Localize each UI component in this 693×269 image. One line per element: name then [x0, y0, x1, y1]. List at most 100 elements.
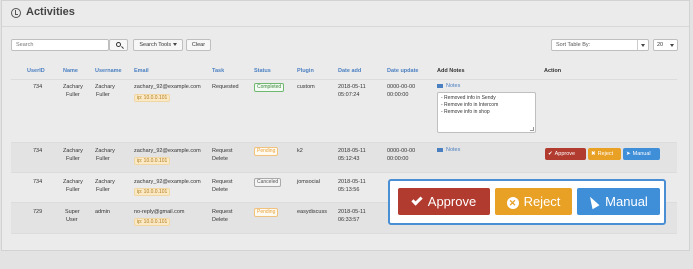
cell-plugin: k2	[297, 148, 303, 154]
check-icon	[411, 193, 423, 206]
note-line: - Remove info in shop	[441, 109, 490, 115]
cell-date-update: 0000-00-00	[387, 84, 416, 90]
column-header-plugin[interactable]: Plugin	[297, 68, 314, 74]
search-tools-button[interactable]: Search Tools	[133, 39, 183, 51]
reject-label: Reject	[597, 151, 614, 157]
cell-task: Requested	[212, 84, 239, 90]
page-title: Activities	[26, 6, 75, 18]
cell-userid: 729	[33, 209, 43, 215]
panel-header: Activities	[2, 1, 689, 27]
cell-task: Request	[212, 209, 233, 215]
times-circle-icon: ✖	[591, 151, 596, 157]
cell-task-2: Delete	[212, 187, 228, 193]
column-header-name[interactable]: Name	[63, 68, 78, 74]
cell-time-update: 00:00:00	[387, 92, 409, 98]
search-input[interactable]	[11, 39, 109, 51]
approve-label: Approve	[554, 151, 576, 157]
notes-link[interactable]: Notes	[437, 147, 460, 153]
pointer-icon	[586, 194, 600, 209]
cell-email: no-reply@gmail.com	[134, 209, 185, 215]
cell-name-first: Super	[65, 209, 80, 215]
notes-textarea[interactable]: - Removed info in Sendy - Remove info in…	[437, 92, 536, 133]
cell-time-add: 05:12:43	[338, 156, 360, 162]
cell-username-first: Zachary	[95, 148, 115, 154]
approve-button-large[interactable]: Approve	[398, 188, 490, 215]
resize-handle[interactable]	[530, 127, 534, 131]
limit-select[interactable]: 20	[653, 39, 678, 51]
reject-button-large[interactable]: ✕ Reject	[495, 188, 572, 215]
note-line: - Remove info in Intercom	[441, 102, 499, 108]
column-header-add-notes: Add Notes	[437, 68, 465, 74]
cell-date-add: 2018-05-11	[338, 84, 366, 90]
cell-username-last: Fuller	[96, 187, 110, 193]
manual-label: Manual	[632, 151, 651, 157]
cell-name-last: Fuller	[66, 92, 80, 98]
search-icon	[116, 42, 121, 47]
notes-link[interactable]: Notes	[437, 83, 460, 89]
ip-badge: ip: 10.0.0.101	[134, 218, 171, 226]
cell-name-first: Zachary	[63, 84, 83, 90]
status-badge: Canceled	[254, 178, 282, 187]
cell-name-first: Zachary	[63, 179, 83, 185]
manual-button[interactable]: ➤ Manual	[623, 148, 660, 160]
column-header-task[interactable]: Task	[212, 68, 224, 74]
status-badge: Completed	[254, 83, 285, 92]
search-button[interactable]	[109, 39, 128, 51]
cell-time-update: 00:00:00	[387, 156, 409, 162]
manual-button-large[interactable]: Manual	[577, 188, 660, 215]
cell-plugin: custom	[297, 84, 315, 90]
status-badge: Pending	[254, 208, 279, 217]
column-header-userid[interactable]: UserID	[27, 68, 45, 74]
cell-task-2: Delete	[212, 217, 228, 223]
sort-select[interactable]: Sort Table By:	[551, 39, 649, 51]
cell-name-last: Fuller	[66, 187, 80, 193]
status-badge: Pending	[254, 147, 279, 156]
cell-date-add: 2018-05-11	[338, 148, 366, 154]
cell-date-add: 2018-05-11	[338, 209, 366, 215]
cell-task: Request	[212, 179, 233, 185]
ip-badge: ip: 10.0.0.101	[134, 94, 171, 102]
cell-task-2: Delete	[212, 156, 228, 162]
cell-username-first: admin	[95, 209, 110, 215]
check-circle-icon	[11, 8, 21, 18]
reject-button[interactable]: ✖ Reject	[588, 148, 621, 160]
ip-badge: ip: 10.0.0.101	[134, 157, 171, 165]
column-header-email[interactable]: Email	[134, 68, 149, 74]
cell-date-update: 0000-00-00	[387, 148, 416, 154]
notes-link-label: Notes	[446, 147, 461, 153]
column-header-status[interactable]: Status	[254, 68, 271, 74]
chevron-down-icon	[641, 44, 645, 47]
column-header-date-add[interactable]: Date add	[338, 68, 361, 74]
cell-email: zachary_92@example.com	[134, 179, 201, 185]
notes-link-label: Notes	[446, 83, 461, 89]
manual-label: Manual	[605, 194, 648, 209]
cell-userid: 734	[33, 179, 43, 185]
cell-task: Request	[212, 148, 233, 154]
search-tools-label: Search Tools	[139, 42, 172, 48]
cell-email: zachary_92@example.com	[134, 148, 201, 154]
approve-button[interactable]: ✔ Approve	[545, 148, 586, 160]
column-header-date-update[interactable]: Date update	[387, 68, 418, 74]
reject-label: Reject	[523, 194, 561, 209]
limit-value: 20	[657, 42, 664, 48]
cell-username-first: Zachary	[95, 84, 115, 90]
cell-date-add: 2018-05-11	[338, 179, 366, 185]
cell-email: zachary_92@example.com	[134, 84, 201, 90]
ip-badge: ip: 10.0.0.101	[134, 188, 171, 196]
times-circle-icon: ✕	[506, 196, 519, 209]
clear-button[interactable]: Clear	[186, 39, 211, 51]
cell-username-last: Fuller	[96, 92, 110, 98]
approve-label: Approve	[427, 194, 477, 209]
cell-time-add: 05:07:24	[338, 92, 360, 98]
cell-name-first: Zachary	[63, 148, 83, 154]
sort-label: Sort Table By:	[556, 42, 591, 48]
column-header-action: Action	[544, 68, 562, 74]
cell-userid: 734	[33, 148, 43, 154]
cell-time-add: 05:13:56	[338, 187, 360, 193]
column-header-username[interactable]: Username	[95, 68, 122, 74]
chevron-down-icon	[670, 44, 674, 47]
cell-username-last: Fuller	[96, 156, 110, 162]
cell-username-first: Zachary	[95, 179, 115, 185]
cell-time-add: 06:33:57	[338, 217, 360, 223]
cell-userid: 734	[33, 84, 43, 90]
